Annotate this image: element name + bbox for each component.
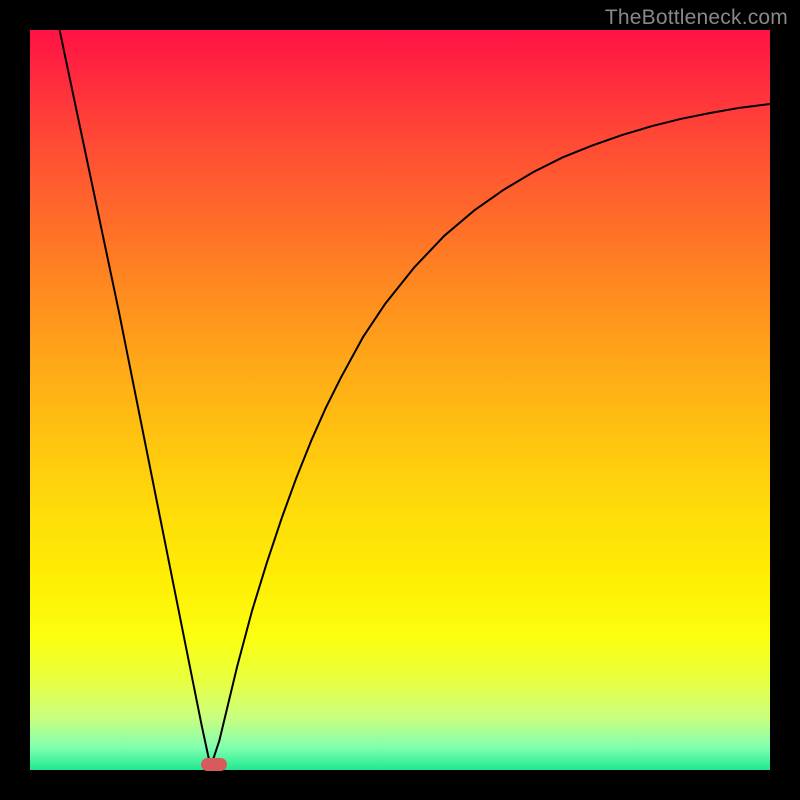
chart-frame: TheBottleneck.com bbox=[0, 0, 800, 800]
plot-background-gradient bbox=[30, 30, 770, 770]
optimal-marker bbox=[201, 758, 227, 771]
watermark-text: TheBottleneck.com bbox=[605, 6, 788, 30]
